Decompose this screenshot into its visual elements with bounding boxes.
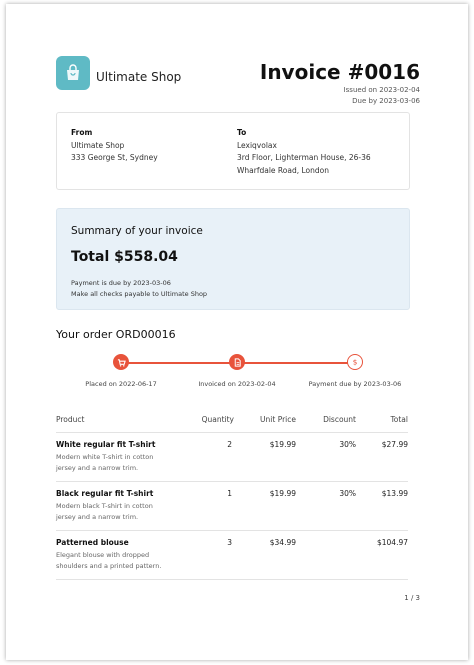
product-name: Black regular fit T-shirt: [56, 489, 154, 498]
product-header: Product: [56, 410, 174, 433]
total-cell: $13.99: [356, 481, 408, 531]
to-line: 3rd Floor, Lighterman House, 26-36: [237, 153, 371, 162]
summary-title: Summary of your invoice: [71, 225, 203, 237]
unit-price-header: Unit Price: [234, 410, 296, 433]
total-cell: $104.97: [356, 530, 408, 580]
product-description: Modern black T-shirt in cotton jersey an…: [56, 502, 153, 521]
order-table: Product Quantity Unit Price Discount Tot…: [56, 410, 408, 580]
invoice-summary: Summary of your invoice Total $558.04 Pa…: [56, 208, 410, 310]
unit-price-cell: $19.99: [234, 481, 296, 531]
from-line: 333 George St, Sydney: [71, 153, 158, 162]
product-name: Patterned blouse: [56, 538, 129, 547]
to-heading: To: [237, 128, 247, 137]
order-title: Your order ORD00016: [56, 328, 176, 341]
discount-cell: 30%: [296, 481, 356, 531]
from-line: Ultimate Shop: [71, 140, 125, 150]
total-header: Total: [356, 410, 408, 433]
discount-header: Discount: [296, 410, 356, 433]
from-heading: From: [71, 128, 93, 137]
shop-name: Ultimate Shop: [96, 70, 182, 84]
quantity-cell: 2: [174, 432, 234, 482]
quantity-cell: 1: [174, 481, 234, 531]
dollar-icon: $: [347, 354, 363, 370]
to-line: Wharfdale Road, London: [237, 165, 330, 175]
total-cell: $27.99: [356, 432, 408, 482]
product-description: Elegant blouse with dropped shoulders an…: [56, 551, 162, 570]
from-address: From Ultimate Shop 333 George St, Sydney: [71, 127, 158, 165]
quantity-header: Quantity: [174, 410, 234, 433]
cart-icon: [113, 354, 129, 370]
payment-due-note: Payment is due by 2023-03-06: [71, 279, 171, 287]
shopping-bag-icon: [56, 56, 90, 90]
checks-payable-note: Make all checks payable to Ultimate Shop: [71, 290, 208, 298]
page-number: 1 / 3: [404, 594, 420, 602]
issued-date: Issued on 2023-02-04: [343, 86, 420, 94]
invoice-title: Invoice #0016: [259, 60, 420, 84]
table-row: White regular fit T-shirt Modern white T-…: [56, 432, 408, 482]
to-line: Lexiqvolax: [237, 140, 277, 150]
unit-price-cell: $34.99: [234, 530, 296, 580]
product-name: White regular fit T-shirt: [56, 440, 156, 449]
summary-total: Total $558.04: [71, 249, 178, 265]
discount-cell: [296, 530, 356, 580]
unit-price-cell: $19.99: [234, 432, 296, 482]
timeline-invoiced-label: Invoiced on 2023-02-04: [198, 380, 276, 388]
discount-cell: 30%: [296, 432, 356, 482]
table-row: Black regular fit T-shirt Modern black T-…: [56, 481, 408, 531]
quantity-cell: 3: [174, 530, 234, 580]
to-address: To Lexiqvolax 3rd Floor, Lighterman Hous…: [237, 127, 371, 177]
document-icon: [229, 354, 245, 370]
timeline-placed-label: Placed on 2022-06-17: [85, 380, 157, 388]
due-date: Due by 2023-03-06: [352, 97, 420, 105]
product-description: Modern white T-shirt in cotton jersey an…: [56, 453, 154, 472]
table-header-row: Product Quantity Unit Price Discount Tot…: [56, 410, 408, 433]
table-row: Patterned blouse Elegant blouse with drop…: [56, 530, 408, 580]
svg-text:$: $: [353, 358, 358, 366]
timeline-due-label: Payment due by 2023-03-06: [308, 380, 402, 388]
address-box: From Ultimate Shop 333 George St, Sydney…: [56, 112, 410, 190]
